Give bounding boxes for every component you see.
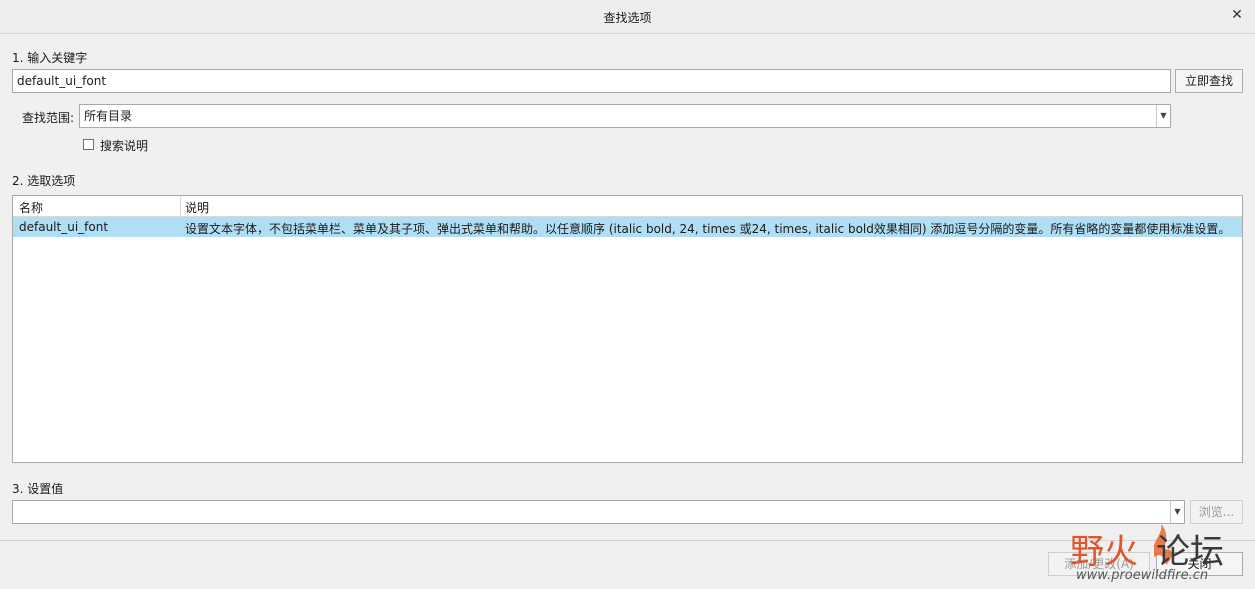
column-separator[interactable] [180,196,181,216]
table-row[interactable]: default_ui_font 设置文本字体，不包括菜单栏、菜单及其子项、弹出式… [13,217,1242,237]
dialog-title: 查找选项 [603,11,652,25]
table-header: 名称 说明 [13,196,1242,217]
close-icon[interactable]: ✕ [1229,7,1245,23]
title-bar: 查找选项 ✕ [0,0,1255,34]
search-description-label: 搜索说明 [100,139,149,153]
add-change-button[interactable]: 添加/更改(A) [1048,552,1150,576]
search-description-checkbox[interactable] [83,139,94,150]
chevron-down-icon[interactable]: ▼ [1156,105,1170,127]
scope-select[interactable]: 所有目录 ▼ [79,104,1171,128]
column-header-name[interactable]: 名称 [19,199,43,216]
scope-value: 所有目录 [84,109,133,123]
chevron-down-icon[interactable]: ▼ [1170,501,1184,523]
row-name: default_ui_font [19,220,109,234]
step3-label: 3. 设置值 [12,482,64,496]
browse-button[interactable]: 浏览... [1190,500,1243,524]
search-now-button[interactable]: 立即查找 [1175,69,1243,93]
step1-label: 1. 输入关键字 [12,51,88,65]
options-table: 名称 说明 default_ui_font 设置文本字体，不包括菜单栏、菜单及其… [12,195,1243,463]
column-header-description[interactable]: 说明 [185,199,209,216]
step2-label: 2. 选取选项 [12,174,76,188]
close-button[interactable]: 关闭 [1156,552,1243,576]
keyword-input[interactable]: default_ui_font [12,69,1171,93]
footer-divider [0,540,1255,541]
setting-value-input[interactable]: ▼ [12,500,1185,524]
row-description: 设置文本字体，不包括菜单栏、菜单及其子项、弹出式菜单和帮助。以任意顺序 (ita… [185,222,1231,236]
scope-label: 查找范围: [22,111,75,125]
